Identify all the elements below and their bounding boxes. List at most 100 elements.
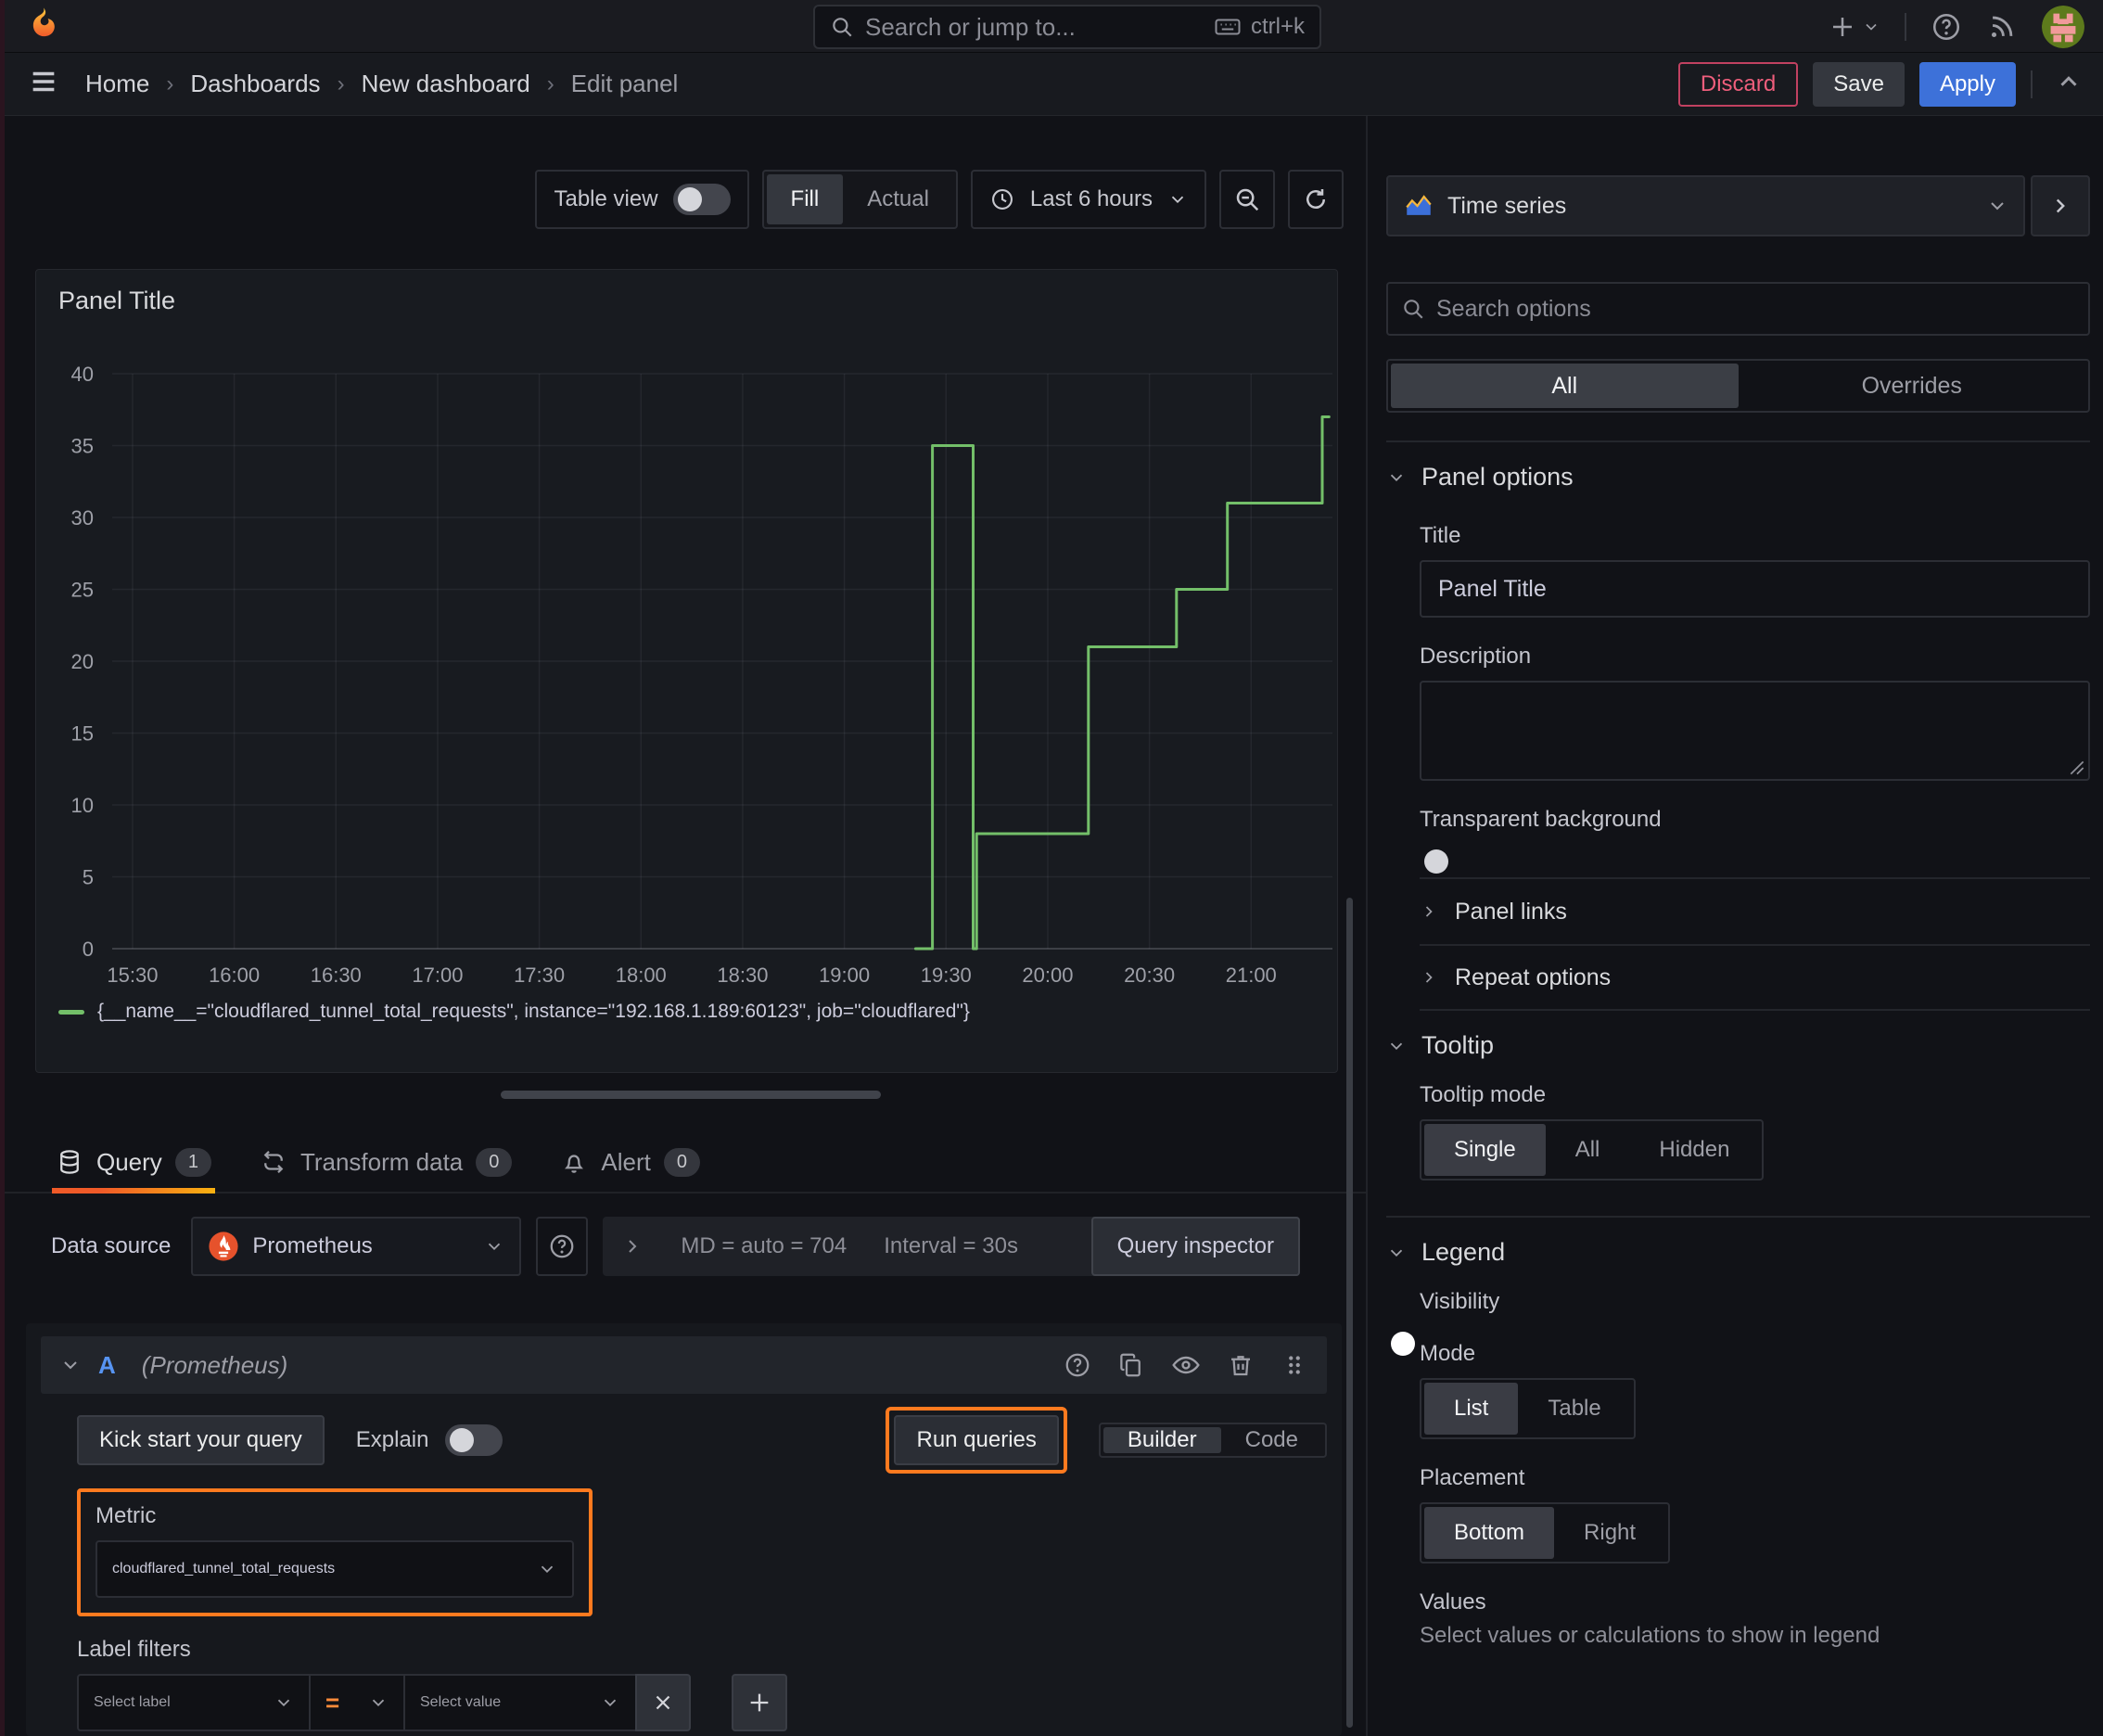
chart-svg[interactable]: 0 5 10 15 20 25 30 35 40 15:30 16:00 16:30 17:00 17:3… <box>36 314 1339 999</box>
query-inspector-button[interactable]: Query inspector <box>1090 1217 1300 1276</box>
operator-value: = <box>325 1688 340 1717</box>
chevron-down-icon <box>1390 1042 1403 1050</box>
search-icon <box>833 18 852 37</box>
time-range-picker[interactable]: Last 6 hours <box>970 170 1206 229</box>
max-data-points-stat: MD = auto = 704 <box>681 1233 848 1258</box>
chevron-down-icon <box>1866 23 1877 31</box>
query-options-bar[interactable]: MD = auto = 704 Interval = 30s Query ins… <box>603 1217 1300 1276</box>
legend-mode-table[interactable]: Table <box>1518 1383 1630 1435</box>
query-row-header[interactable]: A (Prometheus) <box>41 1336 1327 1394</box>
breadcrumb-separator: › <box>546 70 554 96</box>
tooltip-header[interactable]: Tooltip <box>1386 1011 2090 1066</box>
refresh-button[interactable] <box>1288 170 1344 229</box>
panel-options-header[interactable]: Panel options <box>1386 442 2090 497</box>
global-search[interactable]: ctrl+k <box>813 5 1321 49</box>
user-avatar[interactable] <box>2042 5 2084 48</box>
table-view-toggle[interactable] <box>672 184 731 215</box>
time-range-label: Last 6 hours <box>1029 186 1153 211</box>
search-shortcut: ctrl+k <box>1214 13 1305 41</box>
keyboard-icon <box>1215 19 1241 35</box>
query-help-icon[interactable] <box>1064 1351 1091 1379</box>
prometheus-icon <box>209 1232 238 1261</box>
svg-text:18:30: 18:30 <box>717 964 768 987</box>
panel-options-title: Panel options <box>1421 463 1574 491</box>
svg-text:20:30: 20:30 <box>1124 964 1175 987</box>
label-filters-label: Label filters <box>77 1637 191 1662</box>
chart-legend[interactable]: {__name__="cloudflared_tunnel_total_requ… <box>58 1001 970 1023</box>
description-textarea[interactable] <box>1420 681 2090 781</box>
grafana-logo-icon[interactable] <box>24 6 63 45</box>
apply-button[interactable]: Apply <box>1918 61 2016 107</box>
options-tab-all[interactable]: All <box>1391 364 1739 408</box>
svg-text:35: 35 <box>71 435 94 458</box>
legend-series-name[interactable]: {__name__="cloudflared_tunnel_total_requ… <box>97 1001 970 1023</box>
display-mode-actual[interactable]: Actual <box>843 174 953 224</box>
avatar-image <box>2042 5 2084 48</box>
delete-query-icon[interactable] <box>1227 1351 1255 1379</box>
explain-toggle[interactable] <box>445 1424 503 1456</box>
remove-filter-button[interactable] <box>635 1674 691 1731</box>
discard-button[interactable]: Discard <box>1677 61 1799 107</box>
svg-text:16:30: 16:30 <box>311 964 362 987</box>
global-search-input[interactable] <box>865 12 1203 42</box>
legend-placement-bottom[interactable]: Bottom <box>1424 1507 1555 1559</box>
resize-corner-icon[interactable] <box>2070 760 2084 775</box>
repeat-options-section[interactable]: Repeat options <box>1420 944 2090 1011</box>
metric-select[interactable]: cloudflared_tunnel_total_requests <box>96 1540 574 1598</box>
editor-mode-builder[interactable]: Builder <box>1102 1427 1221 1453</box>
top-nav-bar: ctrl+k <box>0 0 2103 53</box>
tooltip-mode-hidden[interactable]: Hidden <box>1629 1124 1759 1176</box>
options-filter-tabs: All Overrides <box>1386 359 2090 413</box>
tooltip-mode-all[interactable]: All <box>1546 1124 1630 1176</box>
hide-query-icon[interactable] <box>1171 1350 1201 1380</box>
display-mode-fill[interactable]: Fill <box>766 174 844 224</box>
pane-resize-handle[interactable] <box>501 1091 881 1099</box>
vertical-scrollbar[interactable] <box>1346 898 1353 1728</box>
panel-title-input[interactable] <box>1420 560 2090 618</box>
save-button[interactable]: Save <box>1813 61 1905 107</box>
tab-transform-count: 0 <box>476 1147 513 1177</box>
run-queries-button[interactable]: Run queries <box>894 1415 1059 1465</box>
legend-mode-list[interactable]: List <box>1424 1383 1519 1435</box>
options-search-input[interactable] <box>1436 295 2075 323</box>
options-search[interactable] <box>1386 282 2090 336</box>
panel-links-section[interactable]: Panel links <box>1420 877 2090 944</box>
options-tab-overrides[interactable]: Overrides <box>1739 364 2086 408</box>
news-button[interactable] <box>1986 11 2018 43</box>
select-value-placeholder: Select value <box>420 1694 502 1710</box>
visualization-picker[interactable]: Time series <box>1386 175 2025 236</box>
breadcrumb-new-dashboard[interactable]: New dashboard <box>362 70 530 98</box>
window-edge <box>0 0 5 1736</box>
select-value-dropdown[interactable]: Select value <box>403 1674 637 1731</box>
datasource-picker[interactable]: Prometheus <box>191 1217 522 1276</box>
duplicate-query-icon[interactable] <box>1117 1351 1145 1379</box>
breadcrumb-dashboards[interactable]: Dashboards <box>190 70 320 98</box>
breadcrumb-edit-panel: Edit panel <box>570 70 679 97</box>
collapse-options-button[interactable] <box>2055 68 2083 100</box>
new-menu-button[interactable] <box>1829 13 1880 41</box>
tab-alert[interactable]: Alert 0 <box>556 1132 704 1192</box>
panel-title[interactable]: Panel Title <box>36 270 1337 315</box>
legend-header[interactable]: Legend <box>1386 1218 2090 1272</box>
drag-handle-icon[interactable] <box>1281 1351 1308 1379</box>
add-filter-button[interactable] <box>732 1674 787 1731</box>
tab-alert-label: Alert <box>601 1147 651 1176</box>
breadcrumb-home[interactable]: Home <box>85 70 149 98</box>
collapse-sidebar-button[interactable] <box>2031 175 2090 236</box>
datasource-help-button[interactable] <box>536 1217 589 1276</box>
operator-dropdown[interactable]: = <box>309 1674 405 1731</box>
tooltip-mode-single[interactable]: Single <box>1424 1124 1546 1176</box>
help-button[interactable] <box>1931 11 1962 43</box>
tab-transform[interactable]: Transform data 0 <box>256 1132 516 1192</box>
zoom-out-button[interactable] <box>1219 170 1275 229</box>
select-label-dropdown[interactable]: Select label <box>77 1674 311 1731</box>
editor-mode-code[interactable]: Code <box>1221 1427 1322 1453</box>
topnav-divider <box>1905 12 1906 41</box>
tab-query[interactable]: Query 1 <box>52 1132 215 1194</box>
menu-toggle-button[interactable] <box>28 66 59 102</box>
kickstart-query-button[interactable]: Kick start your query <box>77 1415 325 1465</box>
legend-placement-right[interactable]: Right <box>1554 1507 1665 1559</box>
legend-title: Legend <box>1421 1238 1506 1266</box>
legend-values-label: Values <box>1420 1589 1486 1615</box>
zoom-out-icon <box>1236 188 1259 211</box>
